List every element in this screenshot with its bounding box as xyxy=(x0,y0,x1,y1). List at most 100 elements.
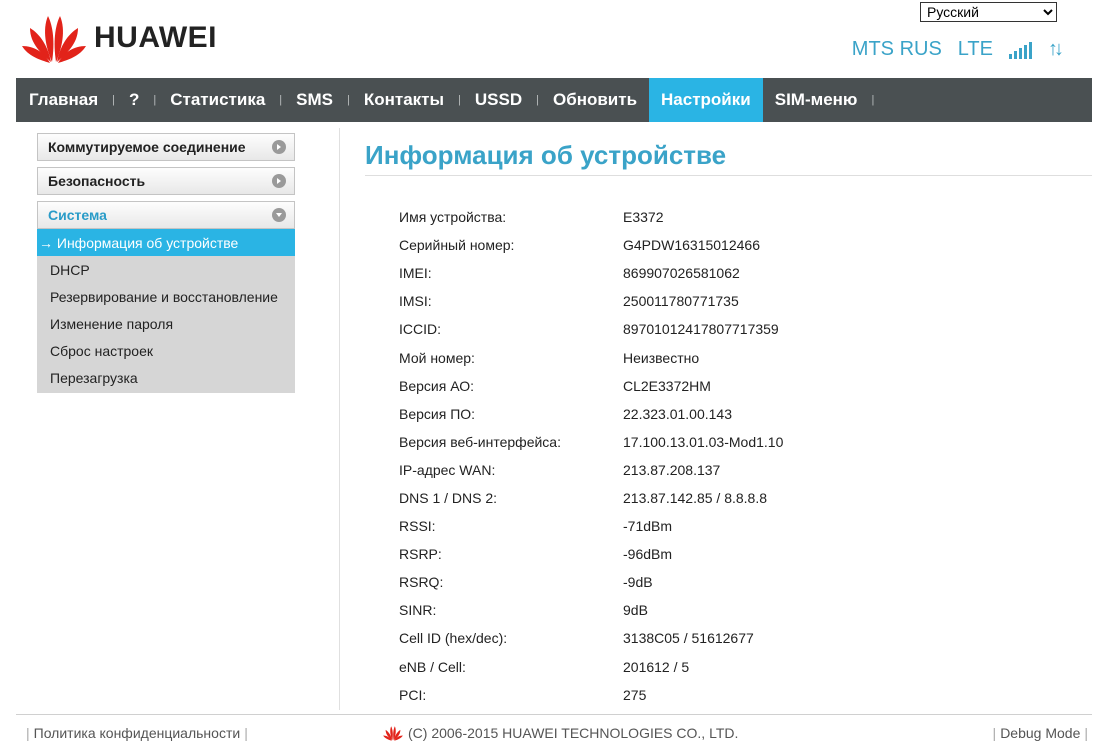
sidebar-section-system[interactable]: Система xyxy=(37,201,295,229)
data-transfer-icon: ↑↓ xyxy=(1048,38,1064,60)
info-value: CL2E3372HM xyxy=(623,377,711,394)
info-value: 3138C05 / 51612677 xyxy=(623,630,754,647)
sidebar-submenu: → Информация об устройстве DHCP Резервир… xyxy=(37,229,295,393)
language-select[interactable]: Русский xyxy=(920,2,1057,22)
info-label: Cell ID (hex/dec): xyxy=(399,630,508,647)
table-row: Версия ПО: 22.323.01.00.143 xyxy=(399,400,783,428)
huawei-petals-icon xyxy=(22,16,86,63)
info-value: -9dB xyxy=(623,574,653,591)
info-value: 17.100.13.01.03-Mod1.10 xyxy=(623,433,784,450)
status-bar: MTS RUS LTE ↑↓ xyxy=(851,38,1064,61)
chevron-right-icon xyxy=(272,174,286,188)
footer-separator: | xyxy=(992,725,997,741)
info-label: IMSI: xyxy=(399,293,432,310)
nav-separator: | xyxy=(871,94,875,106)
info-label: Версия веб-интерфейса: xyxy=(399,433,561,450)
info-value: 22.323.01.00.143 xyxy=(623,405,732,422)
info-label: Мой номер: xyxy=(399,349,475,366)
info-value: 213.87.208.137 xyxy=(623,461,721,478)
table-row: PCI: 275 xyxy=(399,681,783,709)
info-value: 201612 / 5 xyxy=(623,658,690,675)
table-row: Версия АО: CL2E3372HM xyxy=(399,372,783,400)
settings-sidebar: Коммутируемое соединение Безопасность Си… xyxy=(37,133,295,393)
info-value: 89701012417807717359 xyxy=(623,321,779,338)
footer-right: | Debug Mode | xyxy=(989,725,1092,741)
debug-mode-link[interactable]: Debug Mode xyxy=(1000,725,1080,741)
sidebar-item-backup-restore[interactable]: Резервирование и восстановление xyxy=(37,283,295,310)
info-label: Имя устройства: xyxy=(399,209,507,226)
info-label: RSRP: xyxy=(399,546,442,563)
sidebar-item-dhcp[interactable]: DHCP xyxy=(37,256,295,283)
table-row: ICCID: 89701012417807717359 xyxy=(399,315,783,343)
sidebar-section-label: Система xyxy=(48,207,107,223)
info-label: RSRQ: xyxy=(399,574,444,591)
table-row: Cell ID (hex/dec): 3138C05 / 51612677 xyxy=(399,624,783,652)
sidebar-item-change-password[interactable]: Изменение пароля xyxy=(37,310,295,337)
info-value: 250011780771735 xyxy=(623,293,739,310)
chevron-down-icon xyxy=(272,208,286,222)
table-row: Серийный номер: G4PDW16315012466 xyxy=(399,231,783,259)
info-label: Серийный номер: xyxy=(399,237,515,254)
info-label: IP-адрес WAN: xyxy=(399,461,496,478)
sidebar-section-label: Безопасность xyxy=(48,173,146,189)
info-label: Версия ПО: xyxy=(399,405,476,422)
nav-contacts[interactable]: Контакты xyxy=(352,78,456,122)
header: HUAWEI Русский MTS RUS LTE ↑↓ xyxy=(0,0,1116,78)
table-row: Версия веб-интерфейса: 17.100.13.01.03-Mo… xyxy=(399,428,783,456)
nav-separator: | xyxy=(536,94,539,106)
info-value: 213.87.142.85 / 8.8.8.8 xyxy=(623,489,768,506)
privacy-policy-link[interactable]: Политика конфиденциальности xyxy=(34,725,241,741)
signal-strength-icon xyxy=(1009,41,1032,59)
table-row: eNB / Cell: 201612 / 5 xyxy=(399,653,783,681)
operator-name: MTS RUS xyxy=(851,38,942,60)
huawei-logo[interactable]: HUAWEI xyxy=(22,12,217,64)
device-info-table: Имя устройства: E3372 Серийный номер: G4PD… xyxy=(399,203,783,709)
table-row: DNS 1 / DNS 2: 213.87.142.85 / 8.8.8.8 xyxy=(399,484,783,512)
nav-separator: | xyxy=(458,94,461,106)
info-value: E3372 xyxy=(623,209,664,226)
sidebar-item-device-info[interactable]: → Информация об устройстве xyxy=(37,229,295,256)
nav-ussd[interactable]: USSD xyxy=(463,78,534,122)
nav-settings[interactable]: Настройки xyxy=(649,78,763,122)
info-value: G4PDW16315012466 xyxy=(623,237,760,254)
info-label: ICCID: xyxy=(399,321,441,338)
info-value: -96dBm xyxy=(623,546,673,563)
footer-left: | Политика конфиденциальности | xyxy=(22,725,252,741)
info-label: PCI: xyxy=(399,686,427,703)
nav-help[interactable]: ? xyxy=(117,78,151,122)
nav-sms[interactable]: SMS xyxy=(284,78,345,122)
info-value: 9dB xyxy=(623,602,648,619)
content-divider xyxy=(339,128,340,710)
info-label: Версия АО: xyxy=(399,377,475,394)
nav-separator: | xyxy=(346,94,350,106)
nav-update[interactable]: Обновить xyxy=(541,78,649,122)
brand-name: HUAWEI xyxy=(94,21,217,54)
nav-statistics[interactable]: Статистика xyxy=(158,78,277,122)
table-row: RSRP: -96dBm xyxy=(399,540,783,568)
table-row: Имя устройства: E3372 xyxy=(399,203,783,231)
network-type: LTE xyxy=(957,38,993,60)
info-value: 869907026581062 xyxy=(623,265,740,282)
info-label: RSSI: xyxy=(399,518,436,535)
nav-separator: | xyxy=(112,94,115,106)
table-row: IMEI: 869907026581062 xyxy=(399,259,783,287)
table-row: RSRQ: -9dB xyxy=(399,568,783,596)
huawei-small-logo-icon xyxy=(383,726,403,741)
info-label: DNS 1 / DNS 2: xyxy=(399,489,498,506)
footer-copyright: (C) 2006-2015 HUAWEI TECHNOLOGIES CO., L… xyxy=(383,725,738,741)
footer: | Политика конфиденциальности | (C) 2006-2… xyxy=(0,722,1116,744)
nav-home[interactable]: Главная xyxy=(16,78,110,122)
footer-separator: | xyxy=(244,725,248,741)
info-value: Неизвестно xyxy=(623,349,700,366)
sidebar-item-factory-reset[interactable]: Сброс настроек xyxy=(37,337,295,364)
info-label: eNB / Cell: xyxy=(399,658,466,675)
sidebar-section-dialup[interactable]: Коммутируемое соединение xyxy=(37,133,295,161)
table-row: IP-адрес WAN: 213.87.208.137 xyxy=(399,456,783,484)
sidebar-section-security[interactable]: Безопасность xyxy=(37,167,295,195)
sidebar-section-label: Коммутируемое соединение xyxy=(48,139,246,155)
info-label: SINR: xyxy=(399,602,437,619)
sidebar-item-reboot[interactable]: Перезагрузка xyxy=(37,364,295,391)
chevron-right-icon xyxy=(272,140,286,154)
nav-separator: | xyxy=(279,94,283,106)
nav-sim-menu[interactable]: SIM-меню xyxy=(763,78,870,122)
